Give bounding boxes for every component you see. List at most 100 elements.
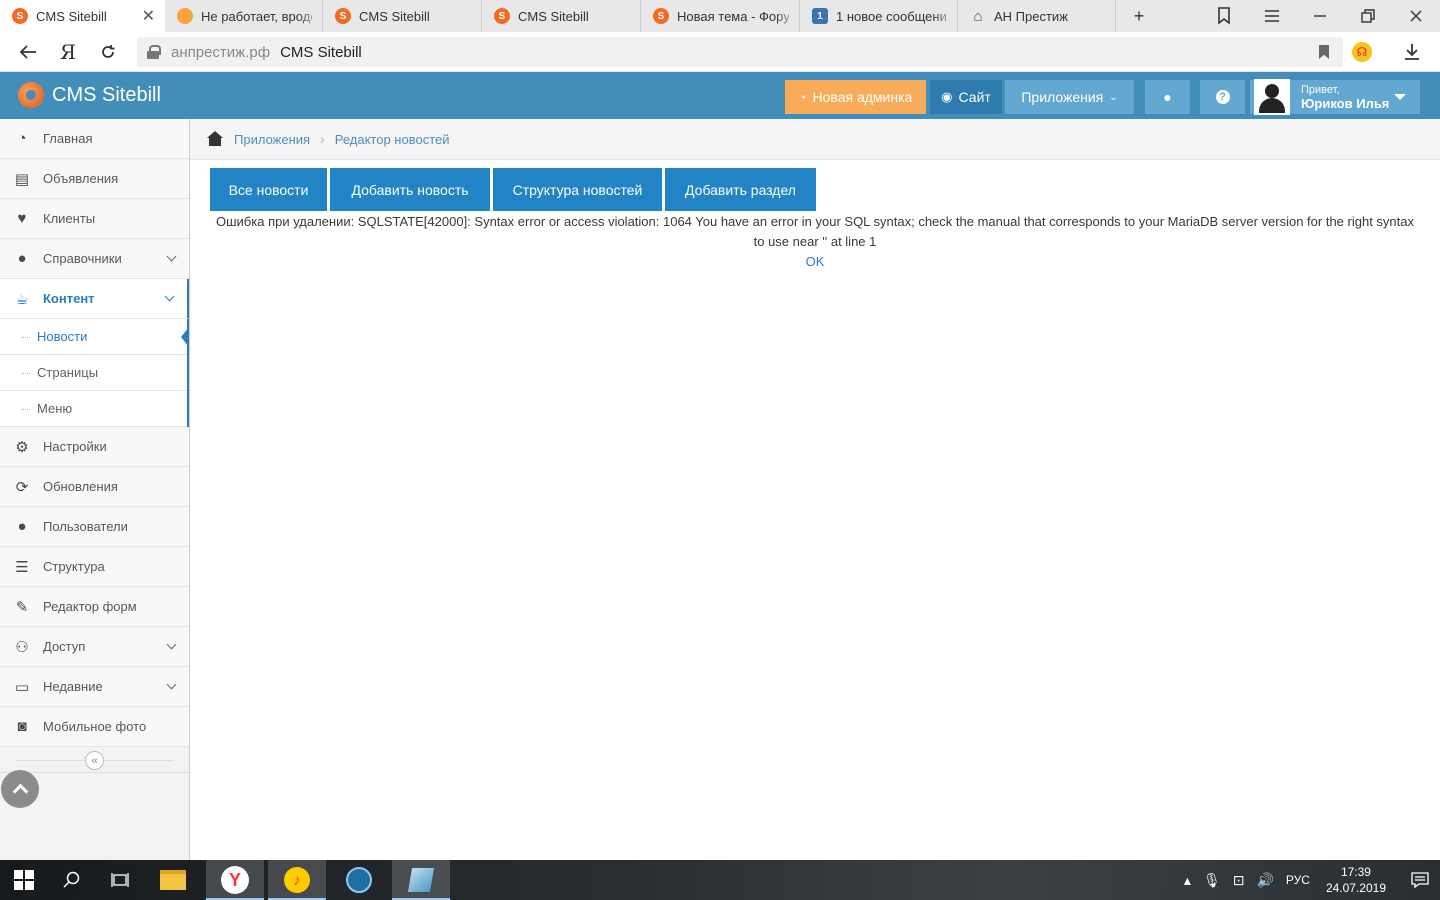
browser-tab[interactable]: 1 1 новое сообщение — [800, 0, 958, 32]
new-admin-button[interactable]: ◔ Новая админка — [785, 80, 926, 114]
user-greeting: Привет, — [1301, 84, 1340, 96]
ok-link-text[interactable]: OK — [806, 254, 825, 269]
sidebar-collapse-row: « — [0, 747, 189, 773]
apps-label: Приложения — [1021, 89, 1104, 105]
clock[interactable]: 17:39 24.07.2019 — [1326, 864, 1386, 896]
sidebar-item-label: Доступ — [43, 639, 86, 654]
restore-icon[interactable] — [1344, 0, 1392, 32]
menu-icon[interactable] — [1248, 0, 1296, 32]
minimize-icon[interactable] — [1296, 0, 1344, 32]
sitebill-favicon-icon: S — [335, 8, 351, 24]
sidebar-item-references[interactable]: ● Справочники — [0, 239, 189, 279]
volume-icon[interactable]: 🔊 — [1256, 872, 1273, 889]
home-icon[interactable] — [206, 131, 224, 147]
add-news-button[interactable]: Добавить новость — [330, 168, 490, 211]
language-indicator[interactable]: РУС — [1286, 873, 1310, 887]
notifications-icon[interactable] — [1400, 872, 1440, 888]
caret-down-icon — [1394, 94, 1406, 100]
system-tray: ▴ 🎙 ⊡ 🔊 РУС 17:39 24.07.2019 — [1178, 860, 1440, 900]
headset-app-icon[interactable] — [330, 860, 388, 900]
user-icon: ● — [17, 518, 27, 535]
scroll-up-button[interactable] — [1, 770, 39, 808]
help-button[interactable]: ? — [1200, 80, 1245, 114]
sidebar-item-settings[interactable]: ⚙ Настройки — [0, 427, 189, 467]
sidebar-item-clients[interactable]: ♥ Клиенты — [0, 199, 189, 239]
breadcrumb-link[interactable]: Приложения — [234, 132, 310, 147]
brand-link[interactable]: CMS Sitebill — [18, 82, 161, 108]
browser-tab[interactable]: S CMS Sitebill ✕ — [0, 0, 165, 32]
pizza-favicon-icon — [177, 8, 193, 24]
breadcrumb: Приложения › Редактор новостей — [190, 119, 1440, 160]
network-icon[interactable]: ⊡ — [1233, 872, 1245, 889]
music-app-icon[interactable]: ♪ — [268, 860, 326, 900]
avatar — [1254, 79, 1290, 115]
submenu-item-pages[interactable]: Страницы — [0, 355, 187, 391]
sidebar-item-label: Недавние — [43, 679, 103, 694]
sidebar-item-mobile-photo[interactable]: ◙ Мобильное фото — [0, 707, 189, 747]
reload-icon[interactable] — [88, 32, 128, 72]
content-submenu: Новости Страницы Меню — [0, 319, 189, 427]
browser-tab[interactable]: S CMS Sitebill — [323, 0, 482, 32]
back-arrow-icon[interactable] — [8, 32, 48, 72]
browser-tab[interactable]: S Новая тема - Форум — [641, 0, 800, 32]
sidebar-item-recent[interactable]: ▭ Недавние — [0, 667, 189, 707]
sidebar-item-access[interactable]: ⚇ Доступ — [0, 627, 189, 667]
tab-title: 1 новое сообщение — [836, 8, 947, 24]
sitebill-favicon-icon: S — [12, 8, 28, 24]
sidebar-item-home[interactable]: ◔ Главная — [0, 119, 189, 159]
extension-icon[interactable]: ☊ — [1352, 42, 1372, 62]
user-menu[interactable]: Привет, Юриков Илья — [1250, 79, 1420, 115]
sidebar-item-listings[interactable]: ▤ Объявления — [0, 159, 189, 199]
news-structure-button[interactable]: Структура новостей — [493, 168, 662, 211]
new-admin-label: Новая админка — [812, 89, 913, 105]
submenu-item-menu[interactable]: Меню — [0, 391, 187, 427]
bookmarks-icon[interactable] — [1200, 0, 1248, 32]
breadcrumb-link[interactable]: Редактор новостей — [335, 132, 450, 147]
sidebar-item-label: Редактор форм — [43, 599, 137, 614]
sidebar-item-content[interactable]: ☕ Контент — [0, 279, 189, 319]
add-section-button[interactable]: Добавить раздел — [665, 168, 816, 211]
url-input[interactable]: анпрестиж.рф CMS Sitebill — [137, 37, 1343, 67]
bookmark-icon[interactable] — [1319, 45, 1329, 59]
book-icon: ▤ — [14, 170, 30, 188]
desktop-icon: ▭ — [14, 678, 30, 696]
tab-title: Новая тема - Форум — [677, 8, 789, 24]
news-toolbar: Все новости Добавить новость Структура н… — [210, 168, 819, 211]
notepad-app-icon[interactable] — [392, 860, 450, 900]
double-angle-left-icon[interactable]: « — [85, 751, 104, 770]
sidebar-item-structure[interactable]: ☰ Структура — [0, 547, 189, 587]
sidebar-item-users[interactable]: ● Пользователи — [0, 507, 189, 547]
all-news-button[interactable]: Все новости — [210, 168, 327, 211]
camera-icon: ◙ — [17, 718, 27, 735]
browser-tab[interactable]: Не работает, вроде — [165, 0, 323, 32]
sidebar-item-updates[interactable]: ⟳ Обновления — [0, 467, 189, 507]
sidebar-item-form-editor[interactable]: ✎ Редактор форм — [0, 587, 189, 627]
chevron-down-icon — [166, 251, 177, 262]
task-view-icon[interactable] — [96, 860, 144, 900]
close-window-icon[interactable] — [1392, 0, 1440, 32]
file-explorer-icon[interactable] — [144, 860, 202, 900]
error-message: Ошибка при удалении: SQLSTATE[42000]: Sy… — [216, 214, 1414, 249]
search-icon[interactable] — [48, 860, 96, 900]
yandex-logo-icon[interactable]: Я — [48, 32, 88, 72]
download-icon[interactable] — [1392, 43, 1432, 61]
submenu-item-news[interactable]: Новости — [0, 319, 189, 355]
microphone-icon[interactable]: 🎙 — [1203, 872, 1221, 889]
globe-button[interactable]: ● — [1145, 80, 1190, 114]
site-button[interactable]: ◉ Сайт — [930, 80, 1002, 114]
close-tab-icon[interactable]: ✕ — [142, 6, 155, 26]
browser-tab[interactable]: S CMS Sitebill — [482, 0, 641, 32]
question-icon: ? — [1215, 90, 1230, 104]
apps-dropdown[interactable]: Приложения ⌄ — [1005, 80, 1134, 114]
clock-time: 17:39 — [1340, 865, 1371, 879]
cms-header: CMS Sitebill ◔ Новая админка ◉ Сайт Прил… — [0, 72, 1440, 119]
chevron-up-icon[interactable]: ▴ — [1184, 872, 1191, 889]
user-name: Юриков Илья — [1301, 96, 1390, 111]
brand-title: CMS Sitebill — [52, 83, 161, 106]
yandex-browser-icon[interactable]: Y — [206, 860, 264, 900]
start-button[interactable] — [0, 860, 48, 900]
breadcrumb-separator: › — [320, 131, 325, 147]
lock-icon[interactable] — [147, 45, 161, 59]
browser-tab[interactable]: ⌂ АН Престиж — [958, 0, 1116, 32]
new-tab-button[interactable]: + — [1116, 0, 1162, 32]
